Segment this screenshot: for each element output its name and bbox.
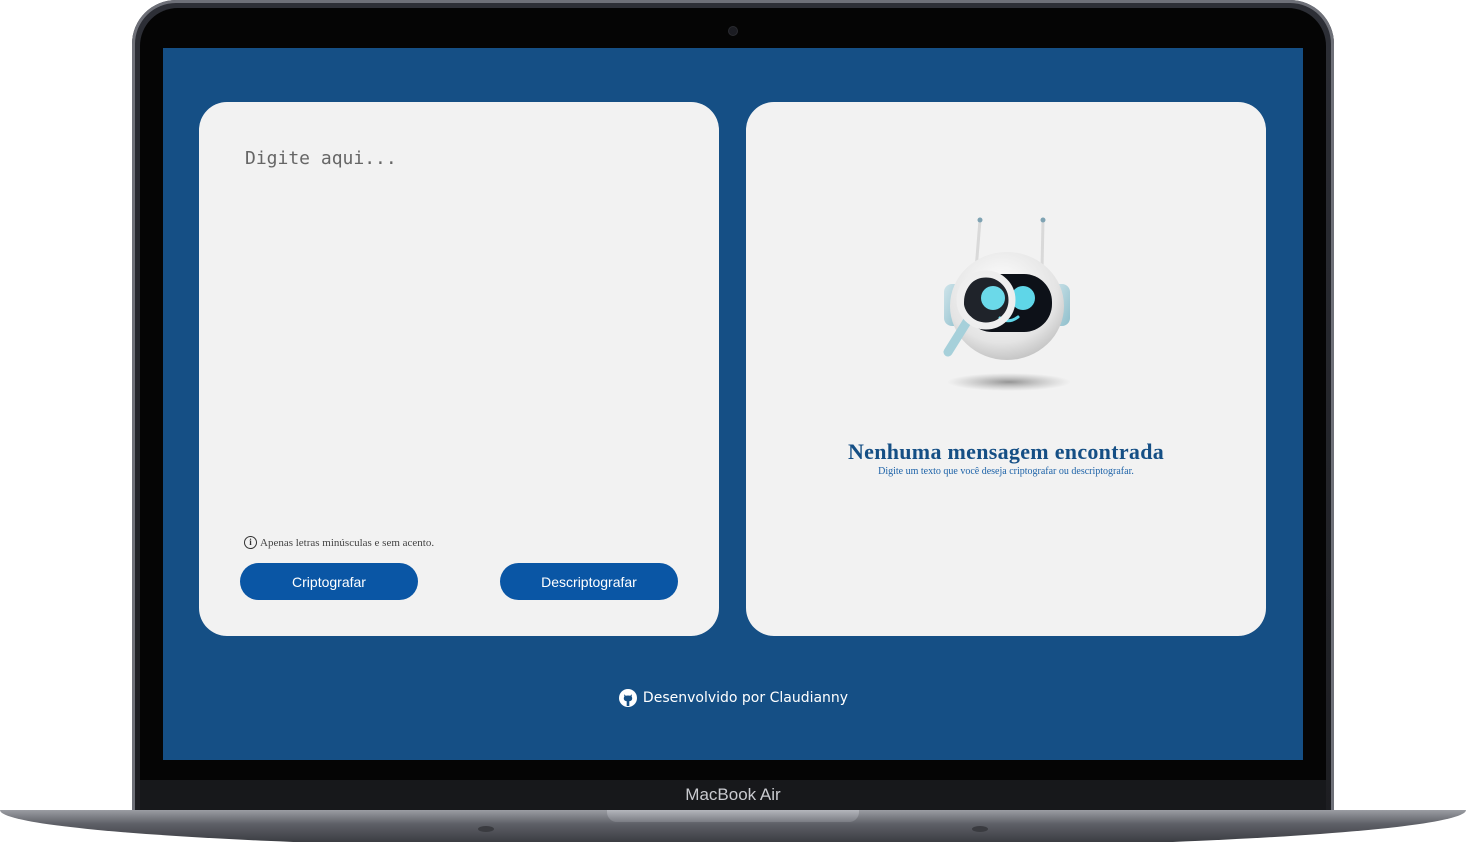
footer-credit-link[interactable]: Desenvolvido por Claudianny: [643, 690, 848, 706]
input-hint-text: Apenas letras minúsculas e sem acento.: [260, 536, 435, 549]
laptop-foot: [478, 826, 494, 832]
encrypt-button[interactable]: Criptografar: [240, 563, 418, 600]
camera-icon: [729, 27, 737, 35]
robot-magnifier-illustration: [943, 217, 1071, 391]
message-input[interactable]: [243, 146, 687, 490]
input-card: i Apenas letras minúsculas e sem acento.…: [199, 102, 719, 636]
decrypt-button[interactable]: Descriptografar: [500, 563, 678, 600]
laptop-notch: [607, 810, 859, 822]
footer: Desenvolvido por Claudianny: [163, 688, 1303, 708]
laptop-foot: [972, 826, 988, 832]
app-screen: i Apenas letras minúsculas e sem acento.…: [163, 48, 1303, 760]
info-icon: i: [244, 536, 257, 549]
empty-state-subtitle: Digite um texto que você deseja criptogr…: [878, 466, 1134, 477]
output-card: Nenhuma mensagem encontrada Digite um te…: [746, 102, 1266, 636]
input-hint: i Apenas letras minúsculas e sem acento.: [244, 536, 434, 549]
device-model-label: MacBook Air: [685, 785, 781, 804]
macbook-mockup: MacBook Air i Apenas letras minúsculas e…: [0, 0, 1466, 842]
github-icon[interactable]: [618, 688, 638, 708]
empty-state-title: Nenhuma mensagem encontrada: [847, 439, 1165, 464]
